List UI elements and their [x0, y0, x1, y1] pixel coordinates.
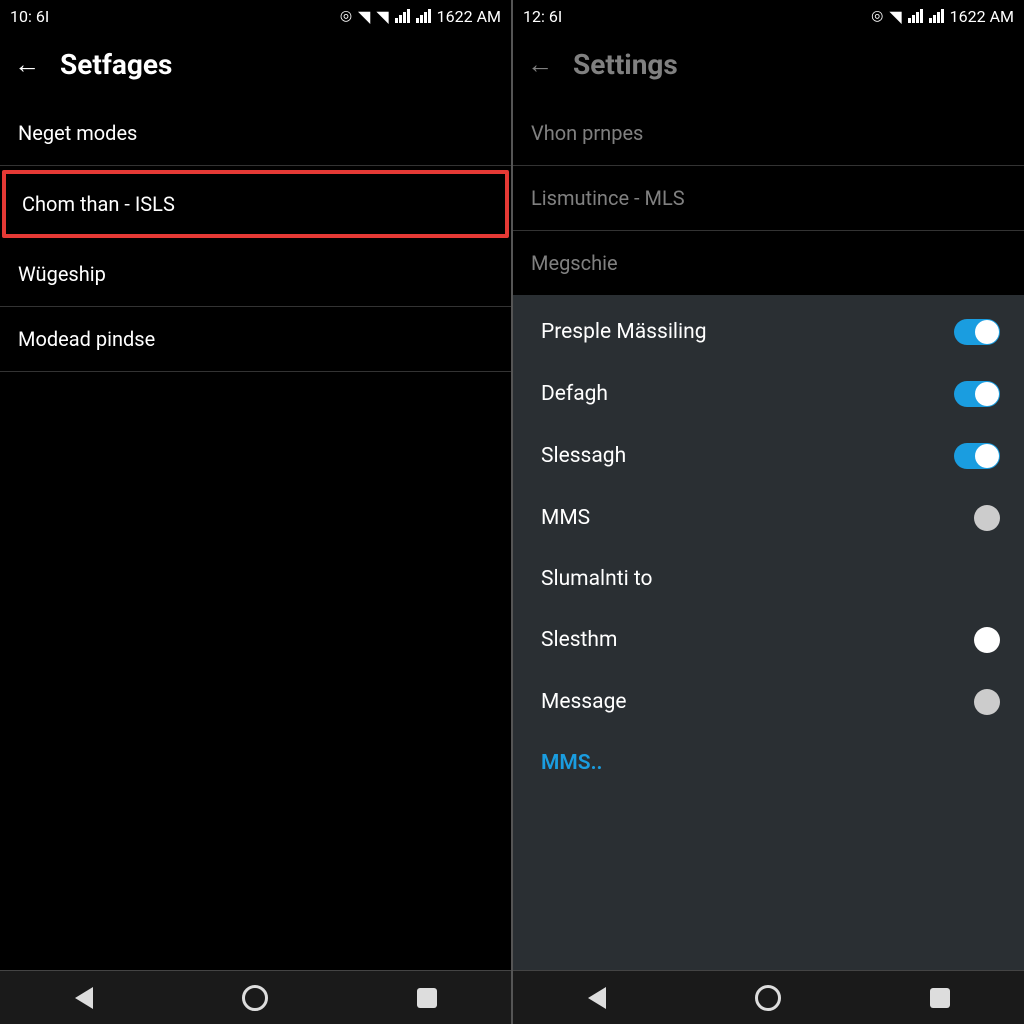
toggle-row[interactable]: MMS — [513, 487, 1024, 549]
signal-icon-2 — [929, 9, 944, 23]
list-item-highlighted[interactable]: Chom than - ISLS — [2, 170, 509, 238]
settings-list: Neget modes Chom than - ISLS Wügeship Mo… — [0, 101, 511, 970]
nav-recent-icon[interactable] — [417, 988, 437, 1008]
toggle-label: Message — [541, 690, 627, 714]
list-item[interactable]: Lismutince - MLS — [513, 166, 1024, 231]
toggle-row[interactable]: Slesthm — [513, 609, 1024, 671]
toggle-row[interactable]: Slumalnti to — [513, 549, 1024, 609]
toggle-label: Defagh — [541, 382, 608, 406]
vibrate-icon: ◎ — [340, 8, 352, 24]
status-time: 10: 6I — [10, 7, 49, 26]
wifi-icon: ◥ — [376, 7, 388, 26]
spacer — [0, 372, 511, 970]
list-item[interactable]: Vhon prnpes — [513, 101, 1024, 166]
toggle-label: MMS — [541, 506, 590, 530]
list-item[interactable]: Modead pindse — [0, 307, 511, 372]
page-title: Setfages — [60, 48, 172, 81]
list-item[interactable]: Wügeship — [0, 242, 511, 307]
phone-left: 10: 6I ◎ ◥ ◥ 1622 AM ← Setfages Neget mo… — [0, 0, 511, 1024]
nav-recent-icon[interactable] — [930, 988, 950, 1008]
status-time: 12: 6I — [523, 7, 562, 26]
header: ← Settings — [513, 32, 1024, 101]
page-title: Settings — [573, 48, 678, 81]
nav-bar — [0, 970, 511, 1024]
list-item[interactable]: Neget modes — [0, 101, 511, 166]
phone-right: 12: 6I ◎ ◥ 1622 AM ← Settings Vhon prnpe… — [513, 0, 1024, 1024]
wifi-icon: ◥ — [889, 7, 901, 26]
nav-back-icon[interactable] — [75, 987, 93, 1009]
nav-home-icon[interactable] — [242, 985, 268, 1011]
toggle-switch[interactable] — [954, 443, 1000, 469]
toggle-label: Slessagh — [541, 444, 626, 468]
toggle-off-icon[interactable] — [974, 627, 1000, 653]
toggle-label: Presple Mässiling — [541, 320, 707, 344]
status-clock: 1622 AM — [950, 7, 1014, 26]
status-bar: 10: 6I ◎ ◥ ◥ 1622 AM — [0, 0, 511, 32]
vibrate-icon: ◎ — [871, 8, 883, 24]
nav-bar — [513, 970, 1024, 1024]
toggle-row[interactable]: Slessagh — [513, 425, 1024, 487]
list-item[interactable]: Megschie — [513, 231, 1024, 295]
status-bar: 12: 6I ◎ ◥ 1622 AM — [513, 0, 1024, 32]
toggle-row[interactable]: Presple Mässiling — [513, 301, 1024, 363]
toggle-panel: Presple Mässiling Defagh Slessagh MMS Sl… — [513, 295, 1024, 970]
nav-home-icon[interactable] — [755, 985, 781, 1011]
toggle-switch[interactable] — [954, 319, 1000, 345]
signal-icon — [908, 9, 923, 23]
header: ← Setfages — [0, 32, 511, 101]
toggle-label: Slesthm — [541, 628, 617, 652]
status-icons: ◎ ◥ 1622 AM — [871, 7, 1014, 26]
signal-icon-2 — [416, 9, 431, 23]
link-mms[interactable]: MMS.. — [513, 733, 1024, 793]
toggle-off-icon[interactable] — [974, 505, 1000, 531]
toggle-off-icon[interactable] — [974, 689, 1000, 715]
back-icon[interactable]: ← — [14, 52, 40, 78]
status-icons: ◎ ◥ ◥ 1622 AM — [340, 7, 501, 26]
toggle-row[interactable]: Defagh — [513, 363, 1024, 425]
toggle-label: Slumalnti to — [541, 567, 653, 591]
status-clock: 1622 AM — [437, 7, 501, 26]
toggle-switch[interactable] — [954, 381, 1000, 407]
nav-back-icon[interactable] — [588, 987, 606, 1009]
wifi-icon: ◥ — [358, 7, 370, 26]
toggle-row[interactable]: Message — [513, 671, 1024, 733]
back-icon[interactable]: ← — [527, 52, 553, 78]
signal-icon — [395, 9, 410, 23]
